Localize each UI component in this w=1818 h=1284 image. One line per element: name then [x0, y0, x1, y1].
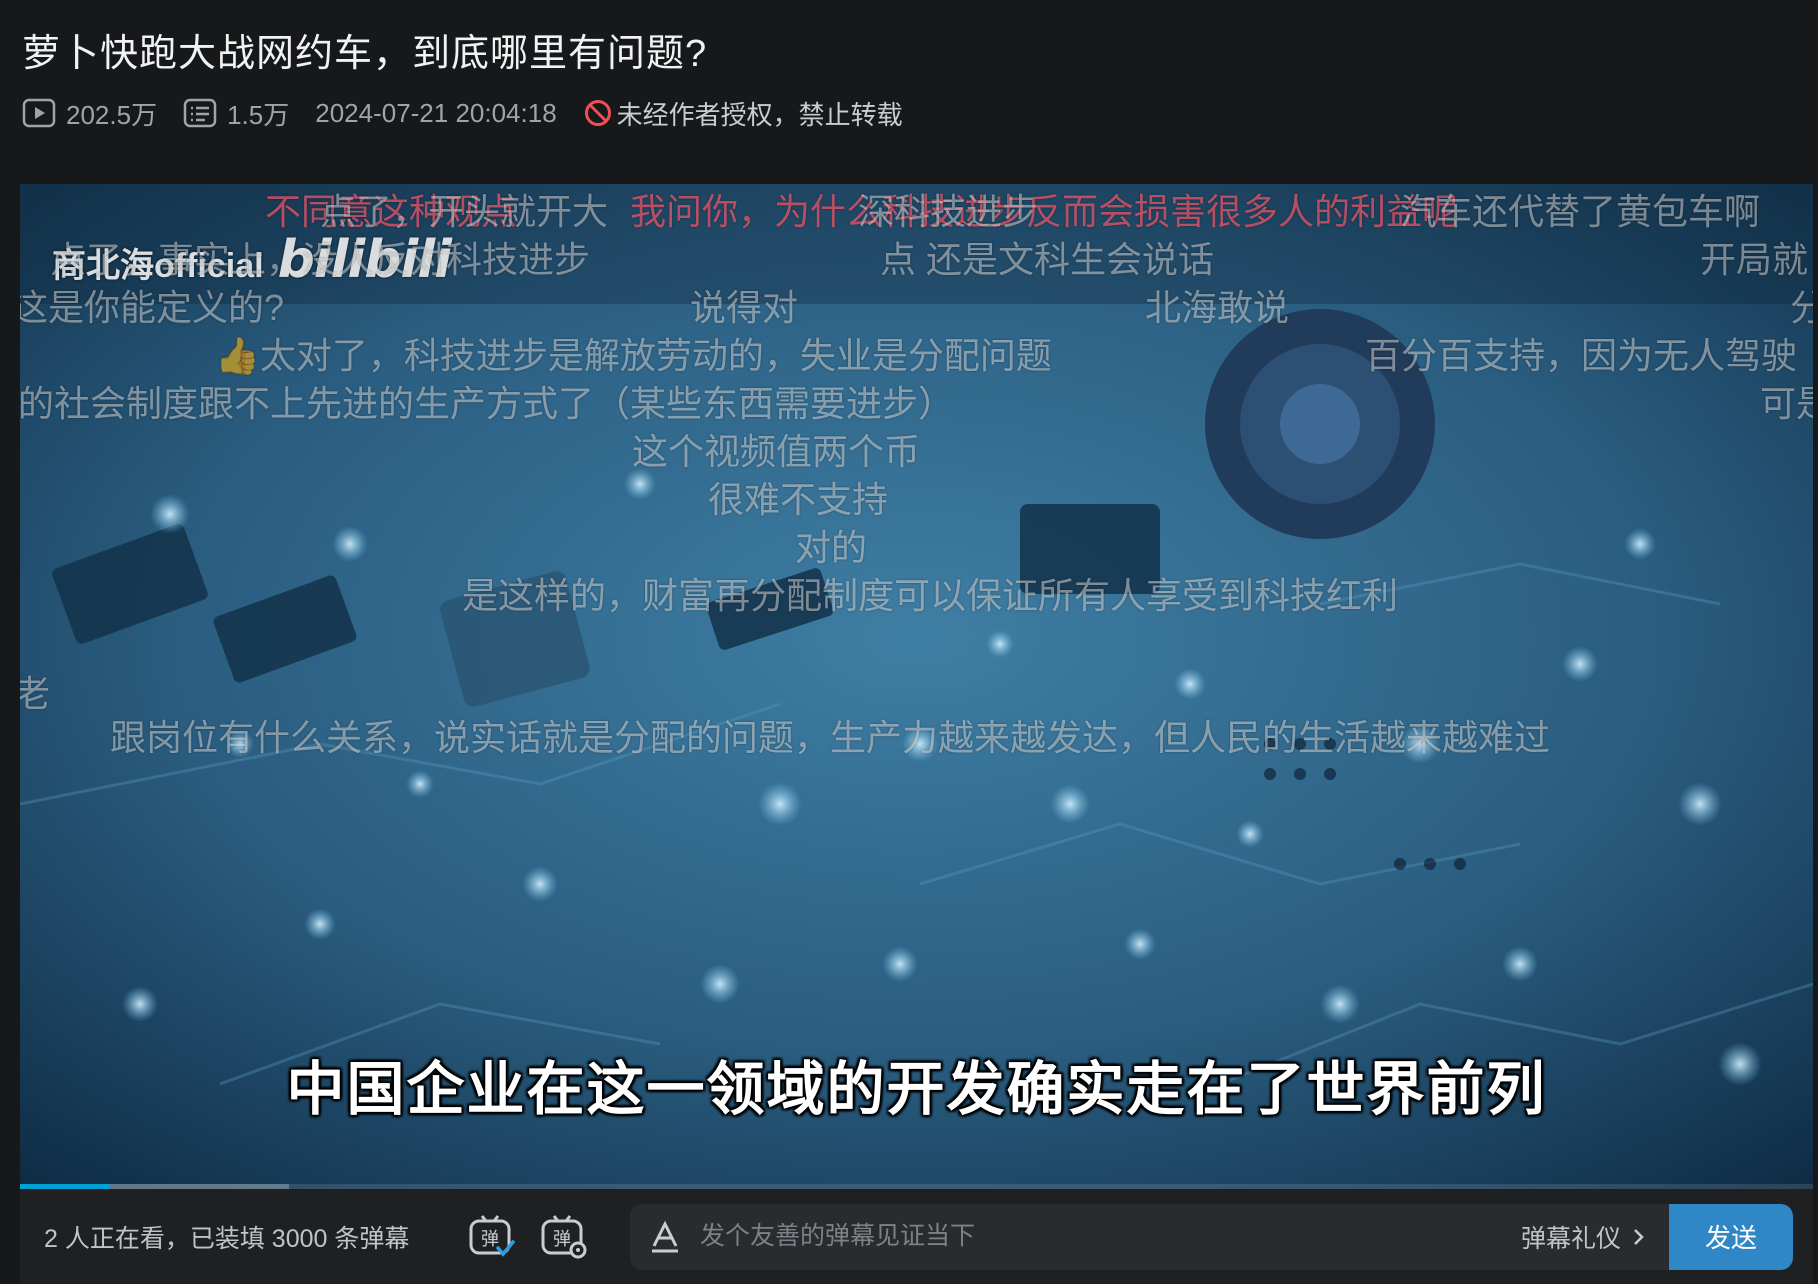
copyright-notice: 未经作者授权，禁止转载 — [583, 95, 903, 132]
danmaku-comment: 对的 — [795, 527, 868, 568]
video-title: 萝卜快跑大战网约车，到底哪里有问题? — [22, 33, 708, 75]
danmaku-comment: 北海敢说 — [1145, 287, 1290, 328]
danmaku-style-icon[interactable] — [630, 1220, 700, 1254]
danmaku-input-box: 弹幕礼仪 发送 — [630, 1203, 1793, 1270]
forbidden-icon — [584, 100, 611, 126]
danmaku-stat: 1.5万 — [183, 95, 289, 132]
thumbs-up-icon: 👍 — [215, 335, 260, 376]
send-button[interactable]: 发送 — [1669, 1203, 1793, 1270]
copyright-text: 未经作者授权，禁止转载 — [616, 99, 903, 130]
etiquette-label: 弹幕礼仪 — [1520, 1224, 1621, 1253]
danmaku-comment: 老 — [20, 673, 51, 714]
svg-text:弹: 弹 — [481, 1229, 499, 1250]
danmaku-send-bar: 2 人正在看，已装填 3000 条弹幕 弹 弹 发个友善的弹幕见证当下 弹幕礼仪… — [20, 1189, 1813, 1284]
danmaku-text: 太对了，科技进步是解放劳动的，失业是分配问题 — [259, 335, 1052, 376]
danmaku-count-icon — [183, 98, 217, 128]
danmaku-comment: 说得对 — [690, 287, 799, 328]
views-count: 202.5万 — [66, 99, 158, 130]
danmaku-comment: 深科技进步 — [858, 191, 1039, 232]
danmaku-comment: 点了，事实上，没人反对科技进步 — [50, 239, 591, 280]
play-count-icon — [22, 98, 56, 128]
danmaku-comment: 可是 — [1760, 383, 1813, 424]
danmaku-comment: 这是你能定义的? — [20, 287, 285, 328]
danmaku-comment: 汽车还代替了黄包车啊 — [1400, 191, 1761, 232]
danmaku-comment: 开局就 — [1700, 239, 1809, 280]
danmaku-comment: 是这样的，财富再分配制度可以保证所有人享受到科技红利 — [462, 575, 1399, 616]
viewer-count-text: 2 人正在看，已装填 3000 条弹幕 — [44, 1224, 410, 1253]
danmaku-toggle-icon[interactable]: 弹 — [464, 1209, 520, 1265]
danmaku-comment: 👍太对了，科技进步是解放劳动的，失业是分配问题 — [215, 338, 1052, 374]
danmaku-comment: 的社会制度跟不上先进的生产方式了（某些东西需要进步） — [20, 383, 955, 424]
chevron-right-icon — [1634, 1228, 1644, 1245]
svg-text:弹: 弹 — [553, 1229, 571, 1250]
video-subtitle: 中国企业在这一领域的开发确实走在了世界前列 — [286, 1057, 1547, 1122]
video-meta: 202.5万 1.5万 2024-07-21 20:04:18 未经作者授权，禁… — [22, 95, 903, 131]
danmaku-input[interactable] — [700, 1222, 1521, 1251]
video-player[interactable]: 商北海official bilibili 不同意这种观点 点了，开头就开大 我问… — [20, 184, 1813, 1189]
danmaku-comment: 我问你，为什么科技进步反而会损害很多人的利益呢 — [630, 191, 1459, 232]
danmaku-comment: 点 还是文科生会说话 — [880, 239, 1215, 280]
danmaku-comment: 很难不支持 — [708, 479, 889, 520]
danmaku-etiquette-link[interactable]: 弹幕礼仪 — [1521, 1219, 1649, 1255]
danmaku-comment: 分 — [1790, 287, 1813, 328]
danmaku-comment: 点了，开头就开大 — [320, 191, 609, 232]
publish-time: 2024-07-21 20:04:18 — [315, 97, 557, 128]
views-stat: 202.5万 — [22, 95, 157, 132]
danmaku-count: 1.5万 — [227, 99, 290, 130]
danmaku-comment: 百分百支持，因为无人驾驶 — [1365, 335, 1798, 376]
danmaku-settings-icon[interactable]: 弹 — [536, 1209, 592, 1265]
danmaku-comment: 跟岗位有什么关系，说实话就是分配的问题，生产力越来越发达，但人民的生活越来越难过 — [110, 717, 1551, 758]
danmaku-comment: 这个视频值两个币 — [632, 431, 921, 472]
